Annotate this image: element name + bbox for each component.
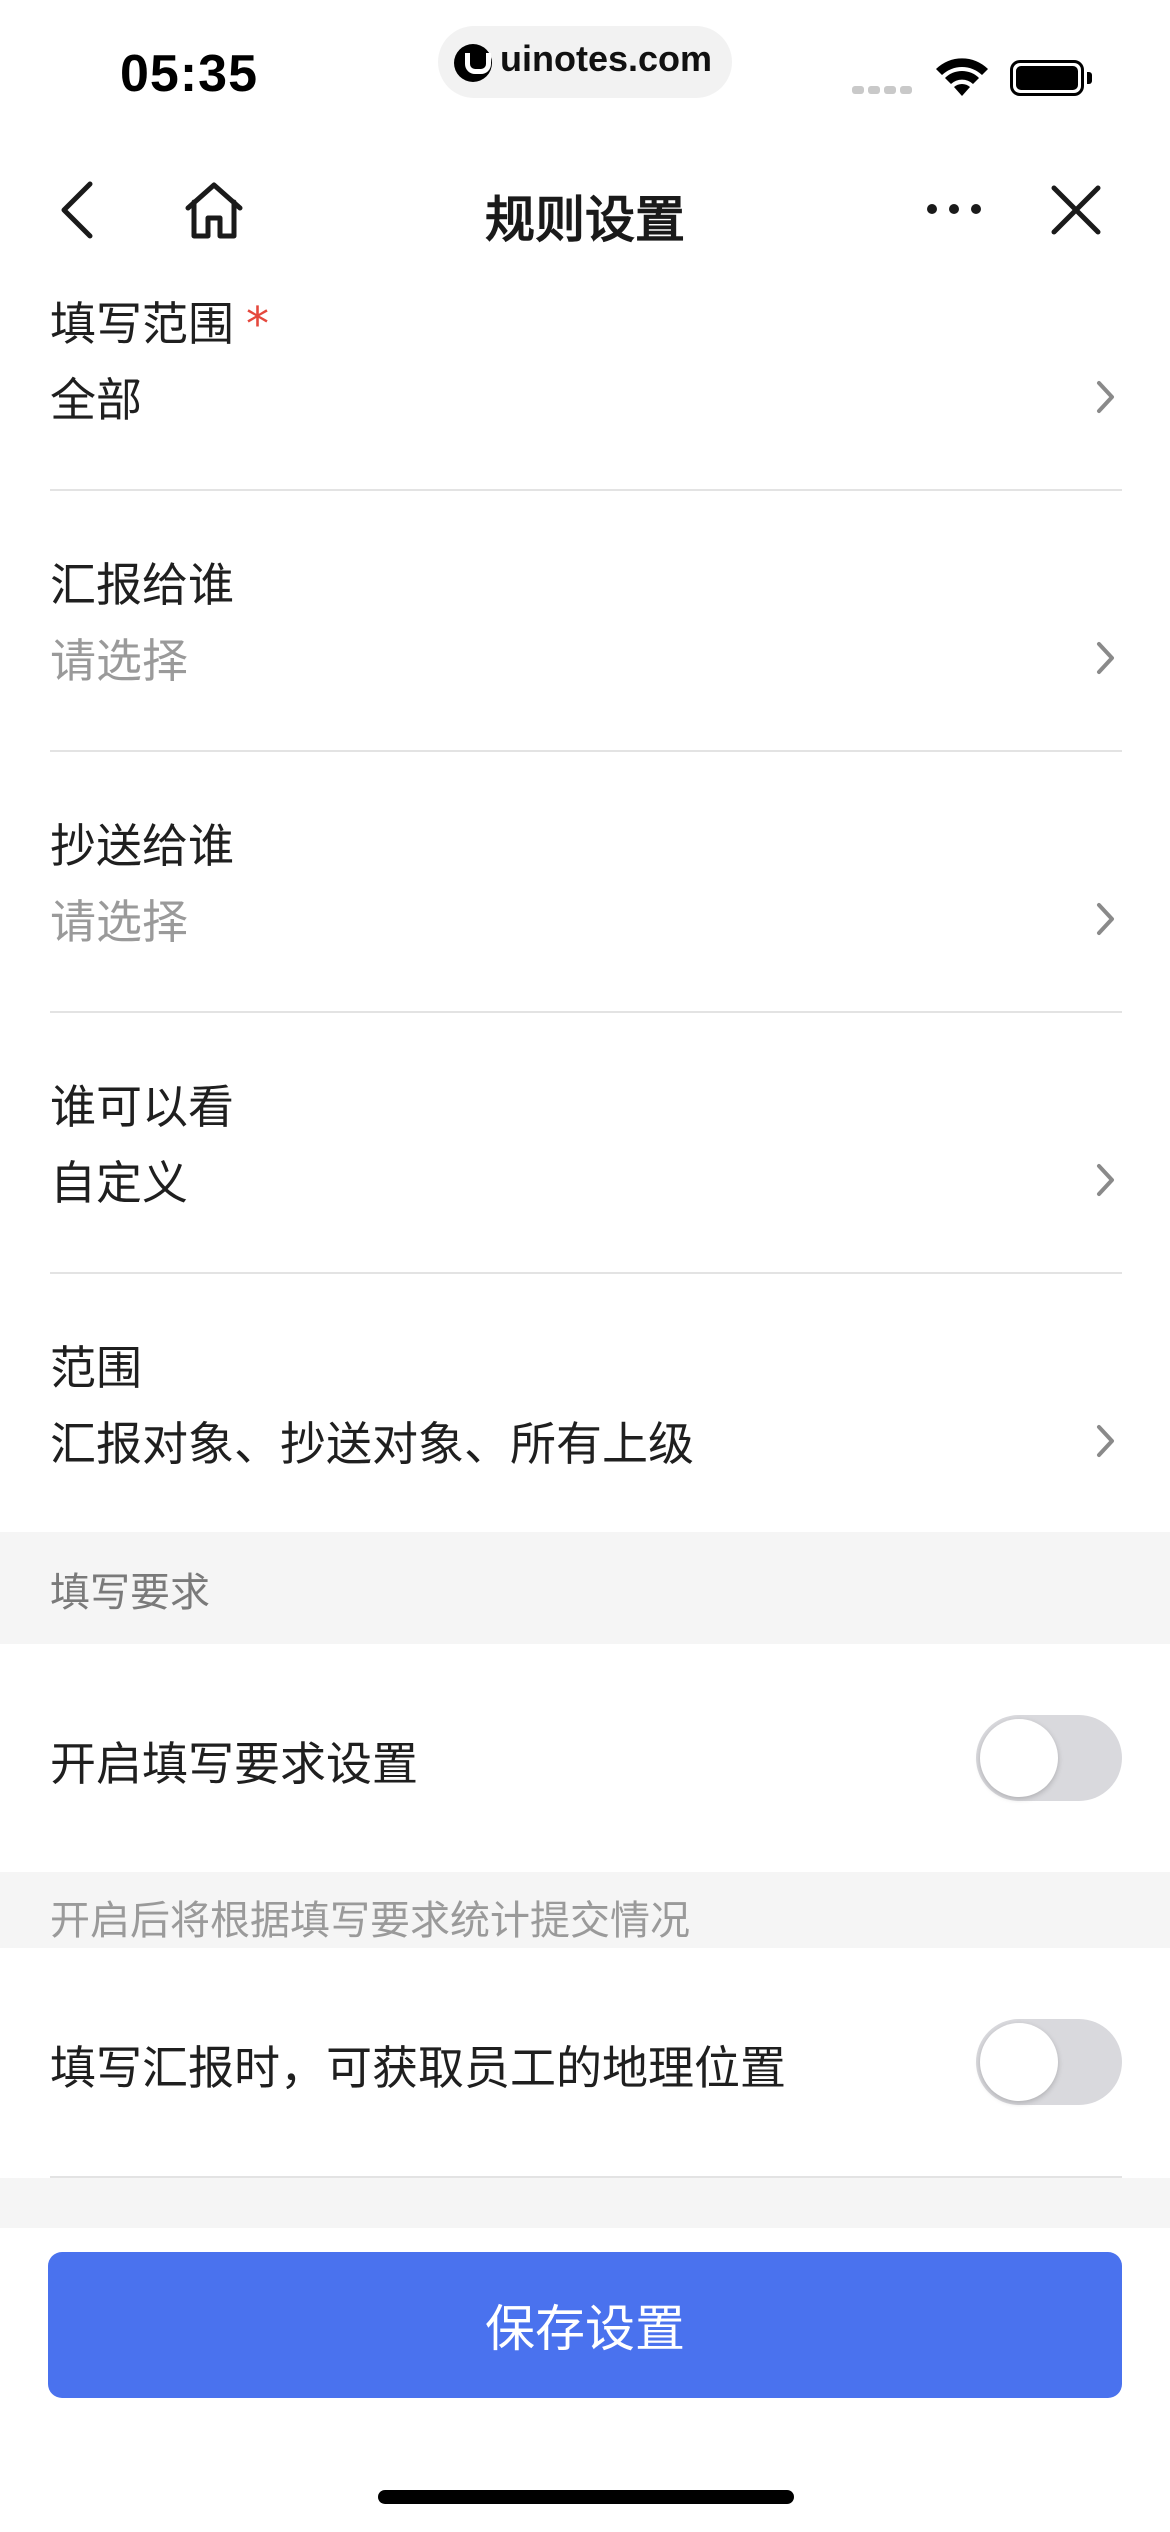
location-label: 填写汇报时，可获取员工的地理位置 <box>50 2041 786 2095</box>
who-can-see-row[interactable]: 谁可以看 自定义 <box>0 1013 1170 1272</box>
cc-to-label: 抄送给谁 <box>50 819 234 873</box>
chevron-right-icon <box>1097 903 1114 935</box>
toggle-knob <box>980 1719 1058 1797</box>
chevron-right-icon <box>1097 1164 1114 1196</box>
bottom-spacer <box>0 2178 1170 2228</box>
section-header-fill-requirements: 填写要求 <box>0 1532 1170 1644</box>
section-title: 填写要求 <box>50 1570 210 1616</box>
chevron-right-icon <box>1097 642 1114 674</box>
scope-label: 范围 <box>50 1341 142 1395</box>
enable-requirements-label: 开启填写要求设置 <box>50 1737 418 1791</box>
enable-requirements-toggle[interactable] <box>976 1715 1122 1801</box>
page-title: 规则设置 <box>485 191 685 249</box>
cellular-signal-icon <box>852 86 916 94</box>
toggle-knob <box>980 2023 1058 2101</box>
fill-scope-label: 填写范围 * <box>50 288 269 354</box>
required-mark: * <box>246 297 269 351</box>
report-to-row[interactable]: 汇报给谁 请选择 <box>0 491 1170 750</box>
save-settings-button[interactable]: 保存设置 <box>48 2252 1122 2398</box>
location-toggle[interactable] <box>976 2019 1122 2105</box>
fill-scope-label-text: 填写范围 <box>50 297 234 351</box>
status-time: 05:35 <box>120 45 258 103</box>
who-can-see-label: 谁可以看 <box>50 1080 234 1134</box>
nav-bar: 规则设置 <box>0 140 1170 280</box>
fill-scope-value: 全部 <box>50 373 142 427</box>
home-indicator <box>378 2490 794 2504</box>
scope-value: 汇报对象、抄送对象、所有上级 <box>50 1417 694 1471</box>
battery-icon <box>1010 60 1092 96</box>
wifi-icon <box>936 58 988 96</box>
report-to-label: 汇报给谁 <box>50 558 234 612</box>
more-icon[interactable] <box>924 184 984 234</box>
chevron-right-icon <box>1097 1425 1114 1457</box>
url-pill[interactable]: uinotes.com <box>438 26 732 98</box>
scope-row[interactable]: 范围 汇报对象、抄送对象、所有上级 <box>0 1274 1170 1532</box>
status-bar: 05:35 uinotes.com <box>0 0 1170 140</box>
site-logo-icon <box>454 44 492 82</box>
url-text: uinotes.com <box>500 38 713 79</box>
close-icon[interactable] <box>1046 180 1106 240</box>
who-can-see-value: 自定义 <box>50 1156 188 1210</box>
requirements-hint: 开启后将根据填写要求统计提交情况 <box>50 1898 690 1944</box>
requirements-hint-bar: 开启后将根据填写要求统计提交情况 <box>0 1872 1170 1948</box>
report-to-value: 请选择 <box>50 634 188 688</box>
cc-to-row[interactable]: 抄送给谁 请选择 <box>0 752 1170 1011</box>
enable-requirements-row: 开启填写要求设置 <box>0 1644 1170 1872</box>
location-row: 填写汇报时，可获取员工的地理位置 <box>0 1948 1170 2178</box>
fill-scope-row[interactable]: 填写范围 * 全部 <box>0 280 1170 490</box>
chevron-right-icon <box>1097 381 1114 413</box>
cc-to-value: 请选择 <box>50 895 188 949</box>
